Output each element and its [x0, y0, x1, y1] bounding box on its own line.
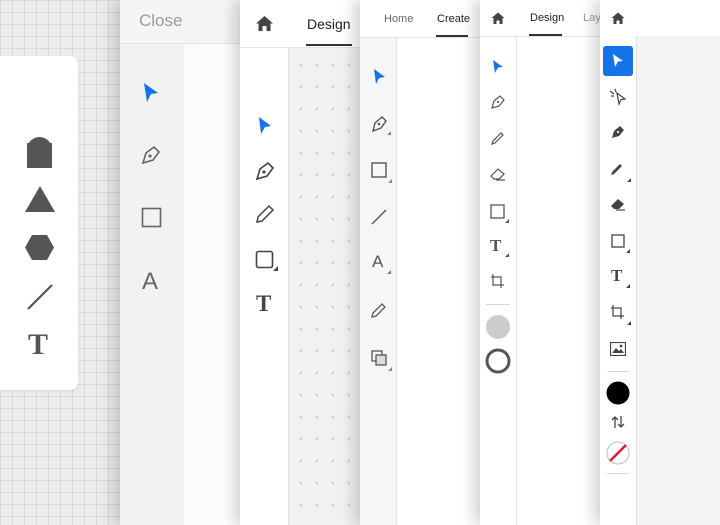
divider	[486, 304, 510, 305]
pen-tool-icon[interactable]	[370, 114, 392, 136]
tool-rail: A	[120, 44, 184, 525]
crop-tool-icon[interactable]	[610, 304, 632, 326]
fill-color-swatch[interactable]	[485, 314, 511, 340]
pencil-icon[interactable]	[610, 161, 632, 183]
tab-design[interactable]: Design	[530, 12, 564, 24]
canvas	[184, 44, 240, 525]
pencil-icon[interactable]	[371, 302, 387, 318]
tool-rail: T	[480, 37, 517, 525]
home-icon[interactable]	[255, 15, 274, 32]
select-arrow-icon[interactable]	[492, 59, 504, 74]
eraser-icon[interactable]	[490, 167, 506, 181]
arrange-layers-icon[interactable]	[371, 350, 393, 372]
rectangle-tool-icon[interactable]	[611, 234, 631, 254]
rectangle-tool-icon[interactable]	[141, 207, 163, 229]
grid-canvas-panel: T	[0, 0, 120, 525]
submenu-corner	[626, 284, 630, 288]
text-tool-icon[interactable]: T	[490, 236, 501, 256]
top-bar: Home Create	[360, 0, 480, 38]
tab-layout[interactable]: Lay	[583, 12, 600, 24]
stroke-none-swatch[interactable]	[606, 441, 630, 465]
top-bar: Design	[240, 0, 360, 48]
hexagon-icon[interactable]	[25, 235, 55, 261]
active-tab-indicator	[306, 44, 352, 46]
eraser-icon[interactable]	[610, 197, 626, 211]
select-arrow-icon[interactable]	[142, 82, 160, 104]
select-arrow-icon[interactable]	[612, 53, 624, 68]
text-tool-icon[interactable]: T	[256, 291, 271, 317]
tab-create[interactable]: Create	[437, 13, 470, 25]
submenu-corner	[387, 270, 391, 274]
rectangle-tool-icon[interactable]	[255, 250, 279, 272]
line-tool-icon[interactable]	[371, 209, 387, 225]
text-tool-icon[interactable]: T	[28, 328, 48, 362]
triangle-icon[interactable]	[24, 186, 56, 214]
pen-tool-icon[interactable]	[490, 94, 506, 110]
tool-rail: T	[240, 48, 289, 525]
active-tab-indicator	[436, 35, 468, 37]
text-tool-icon[interactable]: A	[142, 268, 158, 296]
select-arrow-icon[interactable]	[372, 68, 386, 86]
canvas	[517, 37, 600, 525]
rectangle-tool-icon[interactable]	[371, 162, 393, 184]
close-toolbar-panel: Close A	[120, 0, 240, 525]
canvas	[397, 38, 480, 525]
design-panel-dotted: Design T	[240, 0, 360, 525]
tab-home[interactable]: Home	[384, 13, 413, 25]
text-tool-icon[interactable]: A	[372, 252, 383, 272]
home-icon[interactable]	[611, 12, 625, 25]
rectangle-tool-icon[interactable]	[490, 204, 510, 224]
direct-select-icon[interactable]	[609, 88, 627, 106]
tool-rail: A	[360, 38, 397, 525]
divider	[607, 371, 629, 372]
crop-tool-icon[interactable]	[490, 273, 506, 289]
active-tab-indicator	[529, 34, 562, 36]
text-tool-icon[interactable]: T	[611, 266, 622, 286]
tab-design[interactable]: Design	[307, 16, 351, 32]
pen-tool-icon[interactable]	[140, 144, 162, 166]
top-bar: Close	[120, 0, 240, 44]
stroke-color-swatch[interactable]	[485, 348, 511, 374]
submenu-corner	[505, 253, 509, 257]
design-layout-panel: Design Lay T	[480, 0, 600, 525]
canvas	[637, 36, 720, 525]
select-arrow-icon[interactable]	[257, 116, 273, 136]
advanced-tools-panel: T	[600, 0, 720, 525]
image-tool-icon[interactable]	[610, 342, 626, 356]
line-icon[interactable]	[26, 283, 54, 311]
swap-colors-icon[interactable]	[611, 415, 625, 429]
pencil-icon[interactable]	[255, 204, 275, 224]
pen-tool-icon[interactable]	[610, 124, 626, 140]
fill-color-swatch[interactable]	[606, 381, 630, 405]
shape-palette: T	[0, 56, 78, 390]
dotted-canvas	[289, 48, 360, 525]
close-button[interactable]: Close	[139, 11, 182, 31]
top-bar	[600, 0, 720, 36]
home-create-panel: Home Create A	[360, 0, 480, 525]
divider	[607, 473, 629, 474]
pencil-icon[interactable]	[491, 131, 505, 145]
home-icon[interactable]	[491, 12, 505, 25]
top-bar: Design Lay	[480, 0, 600, 37]
